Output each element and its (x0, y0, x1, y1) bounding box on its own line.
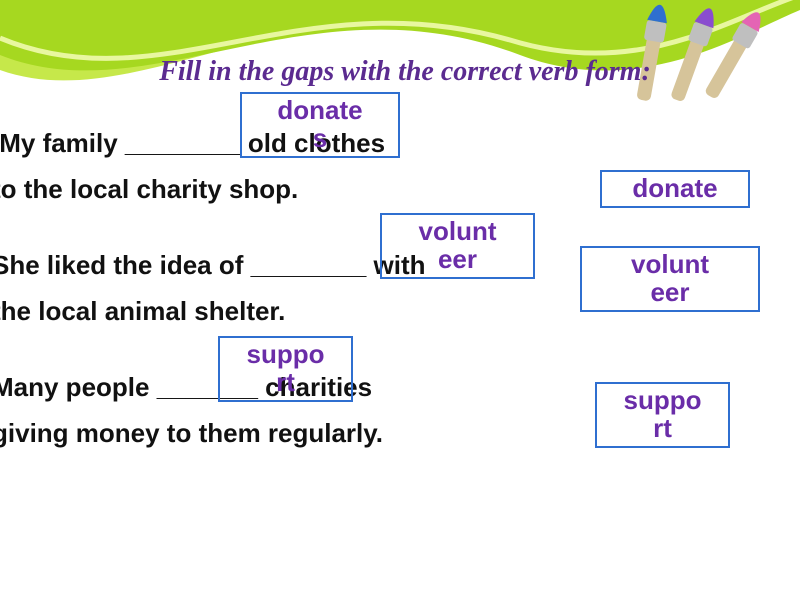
answer-box-3[interactable]: suppo rt (218, 336, 353, 402)
option-box-2[interactable]: volunt eer (580, 246, 760, 312)
background-wave (0, 0, 800, 110)
answer-box-2[interactable]: volunt eer (380, 213, 535, 279)
option-box-3[interactable]: suppo rt (595, 382, 730, 448)
option-box-1[interactable]: donate (600, 170, 750, 208)
sentence-3-line2: giving money to them regularly. (0, 418, 383, 448)
sentence-2-line2: the local animal shelter. (0, 296, 285, 326)
answer-box-1[interactable]: donate s (240, 92, 400, 158)
sentence-2-line1: She liked the idea of ________ with (0, 250, 426, 280)
slide-title: Fill in the gaps with the correct verb f… (30, 56, 780, 88)
sentence-1-line2: to the local charity shop. (0, 174, 298, 204)
